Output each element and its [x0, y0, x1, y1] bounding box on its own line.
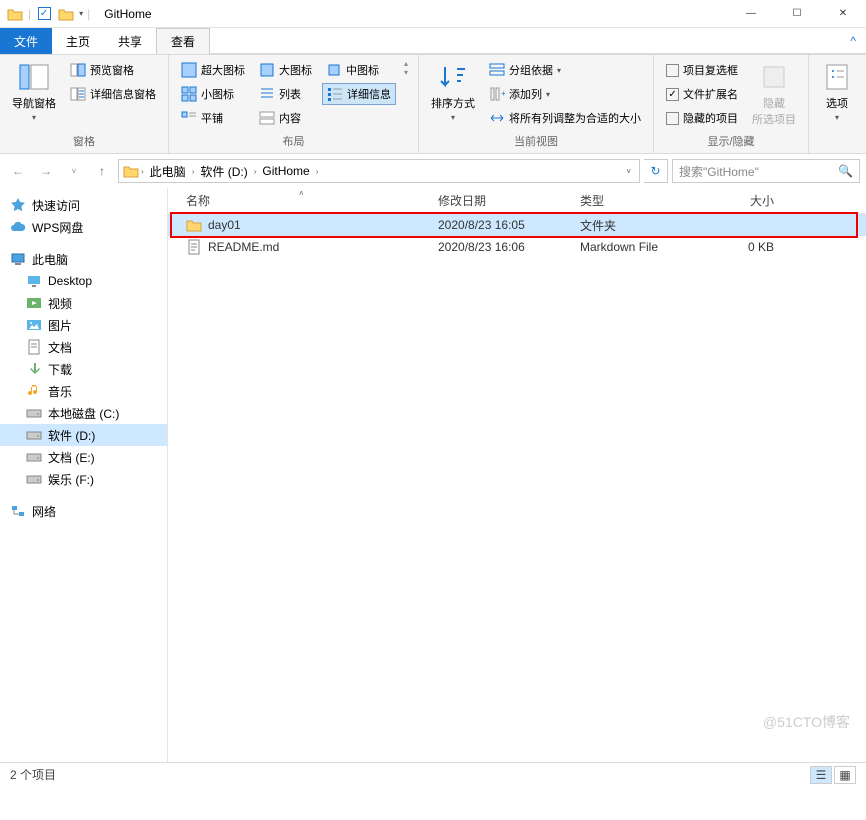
- hide-selected-button[interactable]: 隐藏 所选项目: [748, 59, 800, 129]
- app-folder-icon: [6, 5, 24, 23]
- col-header-type[interactable]: 类型: [572, 192, 702, 209]
- folder-icon: [123, 163, 139, 179]
- nav-item[interactable]: 此电脑: [0, 248, 167, 270]
- file-row[interactable]: README.md2020/8/23 16:06Markdown File0 K…: [168, 236, 866, 258]
- up-button[interactable]: ↑: [90, 159, 114, 183]
- navigation-pane[interactable]: 快速访问WPS网盘此电脑Desktop视频图片文档下载音乐本地磁盘 (C:)软件…: [0, 188, 168, 762]
- crumb-githome[interactable]: GitHome: [258, 160, 313, 182]
- ribbon-group-show-hide: 项目复选框 文件扩展名 隐藏的项目 隐藏 所选项目 显示/隐藏: [654, 55, 809, 153]
- nav-item[interactable]: 网络: [0, 500, 167, 522]
- crumb-drive-d[interactable]: 软件 (D:): [196, 160, 251, 182]
- ribbon: 导航窗格 ▾ 预览窗格 详细信息窗格 窗格 超大图标 小图标 平铺: [0, 54, 866, 154]
- address-bar[interactable]: › 此电脑› 软件 (D:)› GitHome› ˅: [118, 159, 640, 183]
- options-button[interactable]: 选项▾: [817, 59, 857, 124]
- column-headers[interactable]: ˄名称 修改日期 类型 大小: [168, 188, 866, 214]
- search-box[interactable]: 搜索"GitHome" 🔍: [672, 159, 860, 183]
- nav-item[interactable]: 本地磁盘 (C:): [0, 402, 167, 424]
- layout-list[interactable]: 列表: [255, 83, 316, 105]
- ribbon-group-layout: 超大图标 小图标 平铺 大图标 列表 内容 中图标 详细信息 ▴▾ 布局: [169, 55, 419, 153]
- minimize-button[interactable]: —: [728, 0, 774, 28]
- search-icon: 🔍: [838, 164, 853, 178]
- nav-item[interactable]: 音乐: [0, 380, 167, 402]
- ribbon-collapse-button[interactable]: ^: [840, 28, 866, 54]
- qat-separator: |: [28, 7, 31, 21]
- layout-content[interactable]: 内容: [255, 107, 316, 129]
- file-list-area: ˄名称 修改日期 类型 大小 day012020/8/23 16:05文件夹RE…: [168, 188, 866, 762]
- nav-item[interactable]: 文档 (E:): [0, 446, 167, 468]
- ribbon-group-panes: 导航窗格 ▾ 预览窗格 详细信息窗格 窗格: [0, 55, 169, 153]
- close-button[interactable]: ✕: [820, 0, 866, 28]
- layout-details[interactable]: 详细信息: [322, 83, 396, 105]
- file-row[interactable]: day012020/8/23 16:05文件夹: [168, 214, 866, 236]
- qat-checkbox-icon[interactable]: [35, 5, 53, 23]
- col-header-name[interactable]: ˄名称: [168, 192, 430, 209]
- layout-large[interactable]: 大图标: [255, 59, 316, 81]
- ribbon-tabs: 文件 主页 共享 查看 ^: [0, 28, 866, 54]
- layout-extra-large[interactable]: 超大图标: [177, 59, 249, 81]
- view-details-toggle[interactable]: ☰: [810, 766, 832, 784]
- view-icons-toggle[interactable]: ▦: [834, 766, 856, 784]
- nav-item[interactable]: WPS网盘: [0, 216, 167, 238]
- svg-text:+: +: [501, 89, 505, 98]
- maximize-button[interactable]: ☐: [774, 0, 820, 28]
- nav-item[interactable]: Desktop: [0, 270, 167, 292]
- layout-medium[interactable]: 中图标: [322, 59, 396, 81]
- nav-item[interactable]: 软件 (D:): [0, 424, 167, 446]
- nav-item[interactable]: 图片: [0, 314, 167, 336]
- hidden-items-toggle[interactable]: 隐藏的项目: [662, 107, 742, 129]
- tab-share[interactable]: 共享: [104, 28, 156, 54]
- address-dropdown[interactable]: ˅: [622, 167, 635, 176]
- watermark: @51CTO博客: [763, 712, 850, 732]
- ribbon-group-current-view: 排序方式▾ 分组依据 +添加列 将所有列调整为合适的大小 当前视图: [419, 55, 654, 153]
- details-pane-button[interactable]: 详细信息窗格: [66, 83, 160, 105]
- tab-file[interactable]: 文件: [0, 28, 52, 54]
- nav-pane-button[interactable]: 导航窗格 ▾: [8, 59, 60, 124]
- qat-dropdown[interactable]: ▾: [79, 9, 83, 18]
- nav-item[interactable]: 娱乐 (F:): [0, 468, 167, 490]
- layout-tiles[interactable]: 平铺: [177, 107, 249, 129]
- status-bar: 2 个项目 ☰ ▦: [0, 762, 866, 786]
- crumb-this-pc[interactable]: 此电脑: [146, 160, 190, 182]
- recent-button[interactable]: ˅: [62, 159, 86, 183]
- titlebar: | ▾ | GitHome — ☐ ✕: [0, 0, 866, 28]
- qat-separator-2: |: [87, 7, 90, 21]
- tab-home[interactable]: 主页: [52, 28, 104, 54]
- nav-item[interactable]: 快速访问: [0, 194, 167, 216]
- nav-item[interactable]: 下载: [0, 358, 167, 380]
- fit-columns-button[interactable]: 将所有列调整为合适的大小: [485, 107, 645, 129]
- refresh-button[interactable]: ↻: [644, 159, 668, 183]
- app-folder-icon-2: [57, 5, 75, 23]
- group-by-button[interactable]: 分组依据: [485, 59, 645, 81]
- status-item-count: 2 个项目: [10, 766, 56, 783]
- forward-button[interactable]: →: [34, 159, 58, 183]
- nav-item[interactable]: 视频: [0, 292, 167, 314]
- file-ext-toggle[interactable]: 文件扩展名: [662, 83, 742, 105]
- nav-item[interactable]: 文档: [0, 336, 167, 358]
- back-button[interactable]: ←: [6, 159, 30, 183]
- col-header-size[interactable]: 大小: [702, 192, 782, 209]
- preview-pane-button[interactable]: 预览窗格: [66, 59, 160, 81]
- layout-small[interactable]: 小图标: [177, 83, 249, 105]
- window-title: GitHome: [96, 7, 151, 21]
- tab-view[interactable]: 查看: [156, 28, 210, 54]
- sort-by-button[interactable]: 排序方式▾: [427, 59, 479, 124]
- col-header-date[interactable]: 修改日期: [430, 192, 572, 209]
- add-columns-button[interactable]: +添加列: [485, 83, 645, 105]
- item-checkboxes-toggle[interactable]: 项目复选框: [662, 59, 742, 81]
- address-row: ← → ˅ ↑ › 此电脑› 软件 (D:)› GitHome› ˅ ↻ 搜索"…: [0, 154, 866, 188]
